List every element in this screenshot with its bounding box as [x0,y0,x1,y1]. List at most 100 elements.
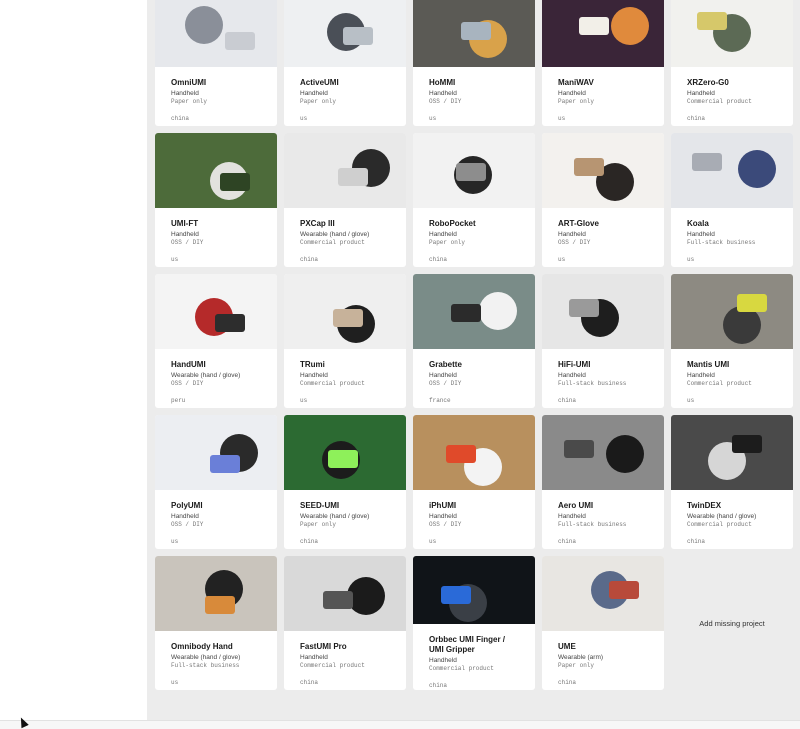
project-name: TRumi [300,360,325,369]
project-country: us [687,256,695,263]
project-name: XRZero-G0 [687,78,729,87]
project-name: RoboPocket [429,219,476,228]
project-name: iPhUMI [429,501,457,510]
project-stage: OSS / DIY [429,380,462,387]
thumbnail-detail-shape [579,17,609,35]
thumbnail-detail-shape [328,450,358,468]
project-country: us [171,256,179,263]
project-card-body: TwinDEX Wearable (hand / glove) Commercial… [671,490,793,546]
project-card[interactable]: Koala Handheld Full-stack business us [671,133,793,267]
project-type: Handheld [558,372,586,379]
project-card-body: ManiWAV Handheld Paper only us [542,67,664,123]
project-thumbnail [542,0,664,67]
project-stage: OSS / DIY [171,239,204,246]
project-card[interactable]: TRumi Handheld Commercial product us [284,274,406,408]
project-type: Handheld [171,513,199,520]
project-card[interactable]: ART-Glove Handheld OSS / DIY us [542,133,664,267]
project-type: Handheld [687,90,715,97]
thumbnail-device-shape [185,6,223,44]
project-card-body: Orbbec UMI Finger / UMI Gripper Handheld C… [413,624,535,690]
project-stage: OSS / DIY [171,380,204,387]
project-thumbnail [542,133,664,208]
project-card[interactable]: HoMMI Handheld OSS / DIY us [413,0,535,126]
project-name: ManiWAV [558,78,594,87]
project-card-body: XRZero-G0 Handheld Commercial product china [671,67,793,123]
project-type: Handheld [429,90,457,97]
project-country: china [558,679,577,686]
project-card[interactable]: HiFi-UMI Handheld Full-stack business china [542,274,664,408]
project-card[interactable]: Aero UMI Handheld Full-stack business china [542,415,664,549]
project-thumbnail [413,133,535,208]
project-card-body: RoboPocket Handheld Paper only china [413,208,535,264]
project-card[interactable]: PolyUMI Handheld OSS / DIY us [155,415,277,549]
project-thumbnail [542,274,664,349]
project-thumbnail [413,0,535,67]
thumbnail-detail-shape [441,586,471,604]
project-type: Handheld [429,231,457,238]
project-gallery[interactable]: OmniUMI Handheld Paper only china ActiveUMI H… [147,0,800,720]
project-thumbnail [542,556,664,631]
project-thumbnail [155,274,277,349]
project-thumbnail [155,415,277,490]
project-card[interactable]: PXCap III Wearable (hand / glove) Commerci… [284,133,406,267]
project-country: us [429,538,437,545]
project-card[interactable]: ManiWAV Handheld Paper only us [542,0,664,126]
project-card[interactable]: RoboPocket Handheld Paper only china [413,133,535,267]
project-stage: OSS / DIY [558,239,591,246]
add-missing-project-button[interactable]: Add missing project [671,556,793,690]
project-stage: Full-stack business [687,239,756,246]
project-card[interactable]: OmniUMI Handheld Paper only china [155,0,277,126]
project-card[interactable]: SEED-UMI Wearable (hand / glove) Paper onl… [284,415,406,549]
project-card-body: OmniUMI Handheld Paper only china [155,67,277,123]
project-card[interactable]: Omnibody Hand Wearable (hand / glove) Full… [155,556,277,690]
project-card[interactable]: UME Wearable (arm) Paper only china [542,556,664,690]
project-card[interactable]: iPhUMI Handheld OSS / DIY us [413,415,535,549]
project-country: china [300,256,319,263]
project-type: Handheld [300,372,328,379]
project-country: china [429,682,448,689]
project-card-body: Koala Handheld Full-stack business us [671,208,793,264]
project-card[interactable]: FastUMI Pro Handheld Commercial product chi… [284,556,406,690]
project-grid: OmniUMI Handheld Paper only china ActiveUMI H… [155,0,793,690]
thumbnail-detail-shape [210,455,240,473]
project-card[interactable]: Mantis UMI Handheld Commercial product us [671,274,793,408]
project-thumbnail [284,415,406,490]
thumbnail-detail-shape [220,173,250,191]
project-country: china [300,538,319,545]
project-stage: Full-stack business [558,380,627,387]
project-country: china [171,115,190,122]
project-card[interactable]: XRZero-G0 Handheld Commercial product china [671,0,793,126]
project-stage: Paper only [558,98,595,105]
project-card[interactable]: HandUMI Wearable (hand / glove) OSS / DIY p… [155,274,277,408]
project-thumbnail [413,274,535,349]
project-card-body: SEED-UMI Wearable (hand / glove) Paper onl… [284,490,406,546]
project-card[interactable]: Orbbec UMI Finger / UMI Gripper Handheld C… [413,556,535,690]
left-margin [0,0,147,720]
thumbnail-detail-shape [574,158,604,176]
thumbnail-detail-shape [692,153,722,171]
project-type: Handheld [558,513,586,520]
project-type: Handheld [171,231,199,238]
thumbnail-detail-shape [461,22,491,40]
project-name: HiFi-UMI [558,360,591,369]
thumbnail-detail-shape [323,591,353,609]
project-country: china [687,538,706,545]
project-card[interactable]: TwinDEX Wearable (hand / glove) Commercial… [671,415,793,549]
thumbnail-detail-shape [451,304,481,322]
project-type: Handheld [300,654,328,661]
project-card-body: HiFi-UMI Handheld Full-stack business china [542,349,664,405]
project-country: us [558,256,566,263]
project-type: Wearable (hand / glove) [300,513,370,520]
project-card[interactable]: ActiveUMI Handheld Paper only us [284,0,406,126]
project-type: Handheld [558,231,586,238]
project-name: Koala [687,219,709,228]
project-card[interactable]: Grabette Handheld OSS / DIY france [413,274,535,408]
project-card[interactable]: UMI-FT Handheld OSS / DIY us [155,133,277,267]
project-thumbnail [413,556,535,624]
project-stage: Commercial product [687,380,752,387]
thumbnail-detail-shape [225,32,255,50]
project-stage: Paper only [171,98,208,105]
project-thumbnail [284,274,406,349]
project-card-body: Omnibody Hand Wearable (hand / glove) Full… [155,631,277,687]
project-name: Orbbec UMI Finger / UMI Gripper [429,635,506,654]
